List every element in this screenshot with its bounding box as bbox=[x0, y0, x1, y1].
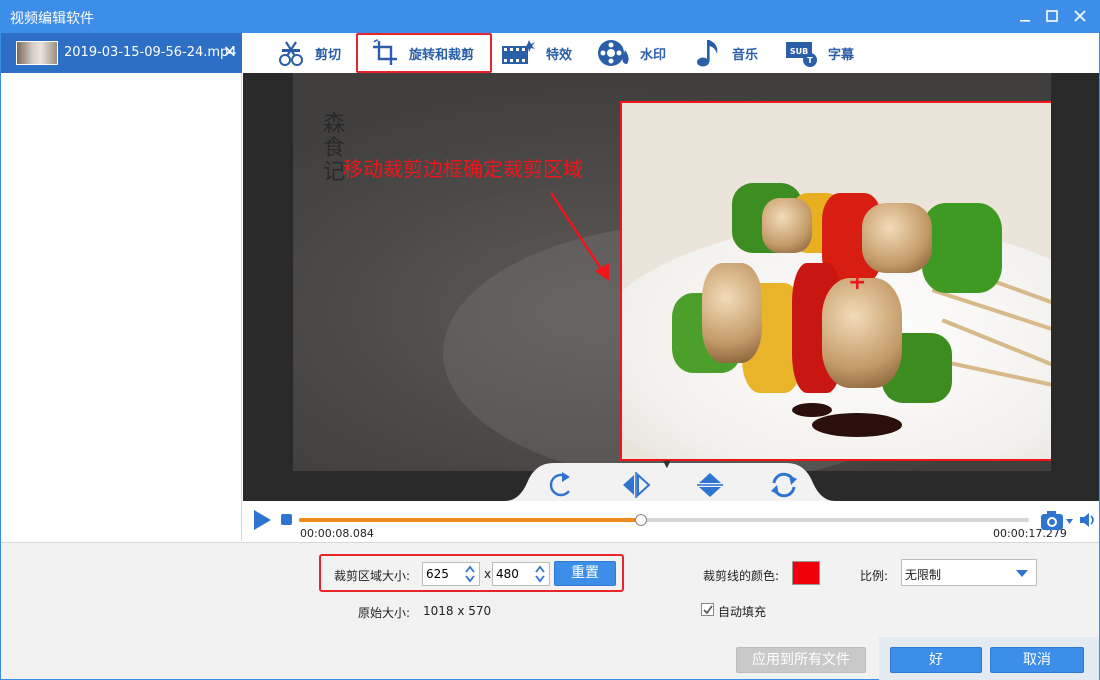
original-size-value: 1018 x 570 bbox=[423, 604, 492, 618]
crop-width-input[interactable] bbox=[423, 563, 463, 585]
play-icon[interactable] bbox=[251, 509, 273, 531]
seek-knob[interactable] bbox=[634, 514, 647, 526]
crop-handle-top-left[interactable] bbox=[620, 101, 628, 103]
auto-fill-label: 自动填充 bbox=[718, 605, 767, 619]
crop-size-label: 裁剪区域大小: bbox=[334, 569, 411, 583]
close-window-button[interactable] bbox=[1067, 5, 1093, 29]
minimize-button[interactable] bbox=[1012, 5, 1038, 29]
app-window: 视频编辑软件 2019-03-15-09-56-24.mp4 ✕ 剪切 旋转和裁… bbox=[0, 0, 1100, 680]
ok-button[interactable]: 好 bbox=[890, 647, 982, 673]
rotate-crop-icon bbox=[373, 39, 397, 65]
tab-music-label: 音乐 bbox=[732, 47, 759, 63]
file-list-item[interactable]: 2019-03-15-09-56-24.mp4 ✕ bbox=[1, 33, 242, 73]
tab-rotate-crop[interactable]: 旋转和裁剪 bbox=[356, 33, 492, 73]
file-name: 2019-03-15-09-56-24.mp4 bbox=[64, 45, 237, 60]
svg-text:T: T bbox=[807, 56, 813, 65]
tab-effects-label: 特效 bbox=[546, 47, 573, 63]
stepper-arrows-icon[interactable] bbox=[465, 565, 475, 583]
crop-handle-bottom[interactable] bbox=[853, 459, 861, 461]
window-title: 视频编辑软件 bbox=[10, 11, 94, 27]
tab-watermark[interactable]: 水印 bbox=[597, 33, 666, 73]
chevron-down-icon bbox=[1016, 570, 1028, 577]
svg-text:SUB: SUB bbox=[790, 47, 808, 56]
video-preview: 森食记 + 移动裁剪边框确定裁剪区域 ▼ bbox=[243, 73, 1099, 501]
snapshot-camera-icon[interactable] bbox=[1040, 509, 1074, 531]
stepper-arrows-icon[interactable] bbox=[535, 565, 545, 583]
crop-width-stepper[interactable] bbox=[422, 562, 480, 586]
flip-horizontal-button[interactable] bbox=[621, 471, 651, 498]
minimize-icon bbox=[1020, 20, 1030, 22]
auto-fill-checkbox[interactable] bbox=[701, 603, 714, 616]
title-bar: 视频编辑软件 bbox=[1, 1, 1099, 33]
crop-size-group: 裁剪区域大小: x 重置 bbox=[319, 554, 624, 592]
playback-bar: 00:00:08.084 00:00:17.279 bbox=[243, 501, 1099, 541]
crop-line-color-label: 裁剪线的颜色: bbox=[703, 569, 780, 583]
meat-piece bbox=[702, 263, 762, 363]
green-pepper bbox=[922, 203, 1002, 293]
rotate-clockwise-icon bbox=[549, 472, 570, 497]
meat-piece bbox=[862, 203, 932, 273]
tab-subtitle[interactable]: SUB T 字幕 bbox=[785, 33, 854, 73]
ratio-select[interactable]: 无限制 bbox=[901, 559, 1037, 586]
video-frame: 森食记 + 移动裁剪边框确定裁剪区域 bbox=[293, 73, 1051, 471]
tab-music[interactable]: 音乐 bbox=[695, 33, 758, 73]
ratio-value: 无限制 bbox=[905, 568, 942, 582]
crop-handle-top[interactable] bbox=[853, 101, 861, 103]
volume-icon[interactable] bbox=[1079, 511, 1097, 529]
crop-region[interactable]: + bbox=[620, 101, 1051, 461]
sauce-drizzle bbox=[792, 403, 832, 417]
crop-height-stepper[interactable] bbox=[492, 562, 550, 586]
tab-cut[interactable]: 剪切 bbox=[276, 33, 341, 73]
apply-to-all-button[interactable]: 应用到所有文件 bbox=[736, 647, 866, 673]
seek-progress bbox=[299, 518, 641, 522]
rotate-flip-controls: ▼ bbox=[505, 459, 835, 501]
maximize-icon bbox=[1046, 10, 1058, 22]
annotation-arrow-icon bbox=[549, 192, 609, 281]
original-size-label: 原始大小: bbox=[358, 606, 411, 620]
video-thumbnail bbox=[16, 41, 58, 65]
edit-toolbar: 剪切 旋转和裁剪 特效 水印 音乐 SUB T 字幕 bbox=[243, 33, 1099, 73]
ratio-label: 比例: bbox=[860, 569, 889, 583]
rotate-reset-button[interactable] bbox=[769, 471, 799, 498]
reset-button[interactable]: 重置 bbox=[554, 561, 616, 586]
scissors-icon bbox=[279, 41, 303, 66]
flip-vertical-icon bbox=[697, 473, 723, 497]
sauce-drizzle bbox=[812, 413, 902, 437]
refresh-icon bbox=[771, 472, 797, 498]
crop-instruction-annotation: 移动裁剪边框确定裁剪区域 bbox=[343, 157, 583, 181]
flip-horizontal-icon bbox=[623, 472, 651, 498]
rotate-clockwise-button[interactable] bbox=[547, 471, 577, 497]
music-note-icon bbox=[697, 40, 718, 67]
crop-height-input[interactable] bbox=[493, 563, 533, 585]
seek-track[interactable] bbox=[299, 514, 1029, 526]
watermark-icon bbox=[598, 40, 629, 66]
tab-cut-label: 剪切 bbox=[315, 47, 342, 63]
subtitle-icon: SUB T bbox=[786, 42, 817, 67]
stop-button[interactable] bbox=[281, 514, 292, 525]
checkmark-icon bbox=[703, 605, 713, 615]
file-list-panel: 2019-03-15-09-56-24.mp4 ✕ bbox=[1, 33, 242, 541]
maximize-button[interactable] bbox=[1039, 5, 1065, 29]
tab-watermark-label: 水印 bbox=[640, 47, 667, 63]
cancel-button[interactable]: 取消 bbox=[990, 647, 1084, 673]
crop-center-crosshair[interactable]: + bbox=[848, 272, 866, 294]
effects-icon bbox=[502, 40, 535, 64]
tab-rotate-crop-label: 旋转和裁剪 bbox=[409, 47, 475, 63]
tab-effects[interactable]: 特效 bbox=[501, 33, 572, 73]
size-separator: x bbox=[484, 567, 492, 581]
flip-vertical-button[interactable] bbox=[695, 471, 725, 497]
current-time: 00:00:08.084 bbox=[300, 527, 374, 540]
close-icon bbox=[1074, 10, 1086, 22]
meat-piece bbox=[762, 198, 812, 253]
remove-file-button[interactable]: ✕ bbox=[223, 42, 236, 61]
crop-line-color-swatch[interactable] bbox=[792, 561, 820, 585]
collapse-chevron-icon[interactable]: ▼ bbox=[663, 459, 671, 470]
crop-settings-panel: 裁剪区域大小: x 重置 原始大小: 1018 x 570 裁剪线的颜色: bbox=[1, 542, 1099, 680]
tab-subtitle-label: 字幕 bbox=[828, 47, 855, 63]
